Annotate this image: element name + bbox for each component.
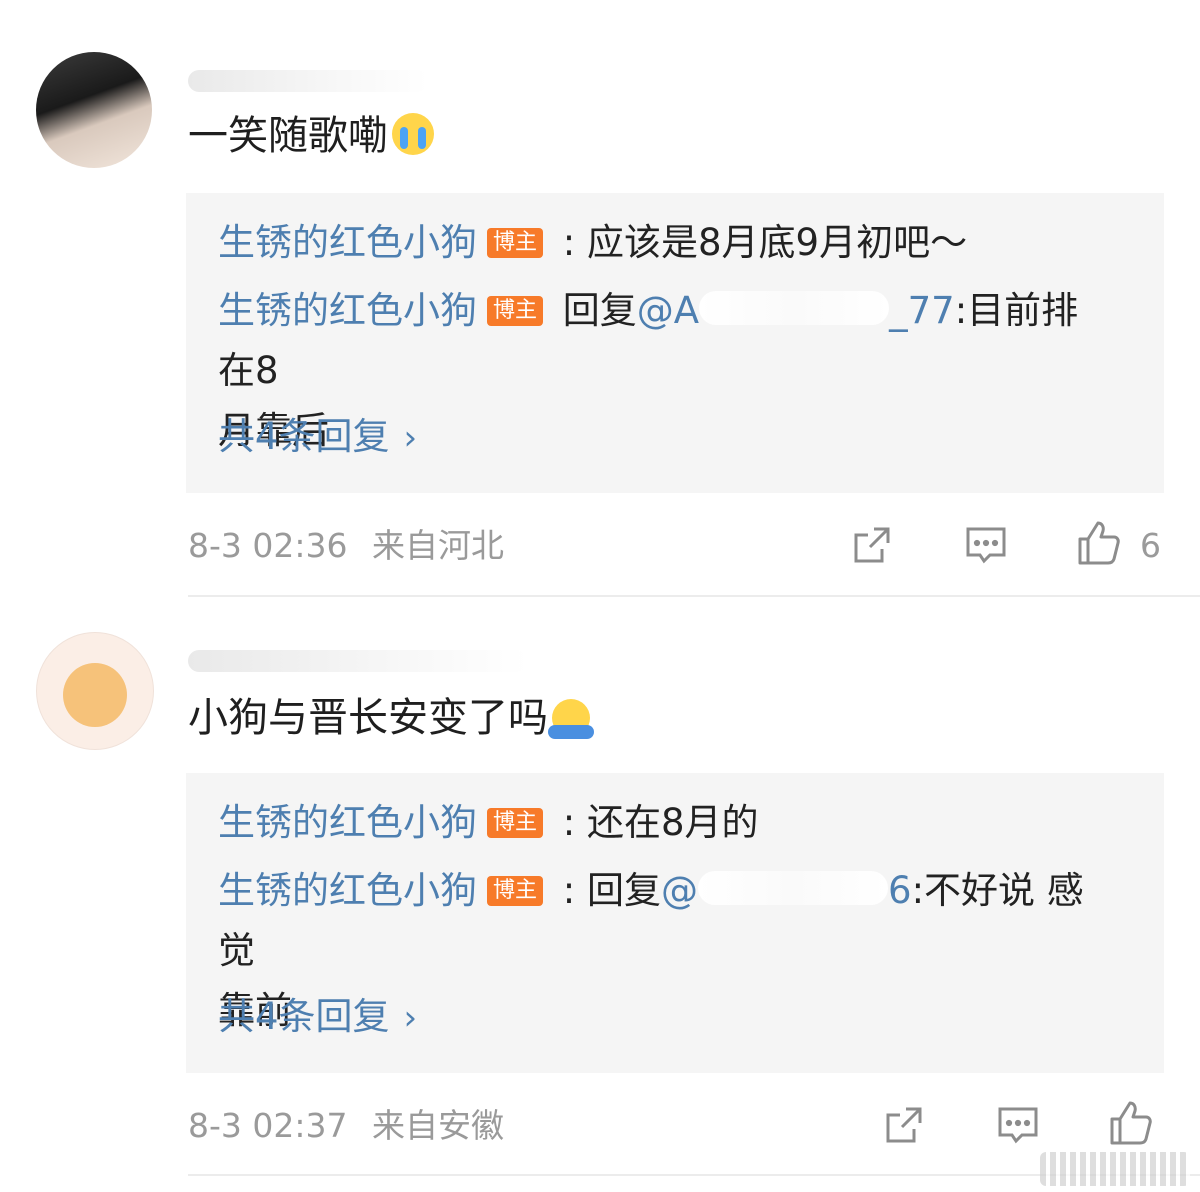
- avatar[interactable]: [36, 632, 154, 750]
- share-icon[interactable]: [880, 1101, 928, 1149]
- comment-meta: 8-3 02:36 来自河北: [188, 526, 504, 566]
- comment-icon[interactable]: [994, 1101, 1042, 1149]
- comment-text: 一笑随歌嘞: [188, 112, 434, 160]
- reply-prefix: : 回复: [551, 869, 662, 912]
- comment-icon[interactable]: [962, 521, 1010, 569]
- mention-tail[interactable]: 6: [888, 869, 912, 912]
- sun-icon: [63, 663, 127, 727]
- location: 来自安徽: [372, 1106, 504, 1145]
- chevron-right-icon: ›: [403, 418, 418, 458]
- reply-box[interactable]: 生锈的红色小狗 博主 : 应该是8月底9月初吧～ 生锈的红色小狗 博主 回复@A _7…: [186, 193, 1164, 493]
- username-redacted[interactable]: [188, 70, 428, 92]
- timestamp: 8-3 02:37: [188, 1106, 348, 1145]
- reply-username[interactable]: 生锈的红色小狗: [218, 801, 477, 844]
- more-replies-link[interactable]: 共4条回复 ›: [218, 993, 417, 1042]
- reply-text: 还在8月的: [587, 801, 759, 844]
- chevron-right-icon: ›: [403, 998, 418, 1038]
- reply-username[interactable]: 生锈的红色小狗: [218, 289, 477, 332]
- thumbs-up-icon[interactable]: [1106, 1099, 1154, 1147]
- share-icon[interactable]: [848, 521, 896, 569]
- mention-redacted: [699, 291, 890, 325]
- reply-box[interactable]: 生锈的红色小狗 博主 : 还在8月的 生锈的红色小狗 博主 : 回复@ 6:不好说 感…: [186, 773, 1164, 1073]
- reply-username[interactable]: 生锈的红色小狗: [218, 221, 477, 264]
- comment-text: 小狗与晋长安变了吗: [188, 694, 594, 742]
- blogger-badge: 博主: [487, 808, 544, 838]
- hug-face-icon: [548, 699, 594, 739]
- mention-link[interactable]: @: [661, 869, 698, 912]
- like-count: 6: [1140, 526, 1161, 565]
- reply-separator: :: [551, 221, 588, 264]
- mention-tail[interactable]: _77: [889, 289, 955, 332]
- username-redacted[interactable]: [188, 650, 528, 672]
- more-replies-label[interactable]: 共4条回复: [218, 995, 390, 1038]
- comment-text-body: 一笑随歌嘞: [188, 113, 388, 159]
- reply-text: 应该是8月底9月初吧～: [587, 221, 968, 264]
- timestamp: 8-3 02:36: [188, 526, 348, 565]
- crying-face-icon: [392, 113, 434, 155]
- blogger-badge: 博主: [487, 876, 544, 906]
- comment-text-body: 小狗与晋长安变了吗: [188, 695, 548, 741]
- watermark: [1040, 1152, 1190, 1186]
- reply-separator: :: [551, 801, 588, 844]
- avatar[interactable]: [36, 52, 152, 168]
- blogger-badge: 博主: [487, 228, 544, 258]
- reply-prefix: 回复: [551, 289, 637, 332]
- location: 来自河北: [372, 526, 504, 565]
- mention-link[interactable]: @A: [637, 289, 699, 332]
- reply-line[interactable]: 生锈的红色小狗 博主 : 应该是8月底9月初吧～: [218, 213, 1104, 273]
- more-replies-label[interactable]: 共4条回复: [218, 415, 390, 458]
- reply-username[interactable]: 生锈的红色小狗: [218, 869, 477, 912]
- more-replies-link[interactable]: 共4条回复 ›: [218, 413, 417, 462]
- blogger-badge: 博主: [487, 296, 544, 326]
- reply-line[interactable]: 生锈的红色小狗 博主 : 还在8月的: [218, 793, 1104, 853]
- thumbs-up-icon[interactable]: [1074, 519, 1122, 567]
- comment-meta: 8-3 02:37 来自安徽: [188, 1106, 504, 1146]
- divider: [188, 595, 1200, 597]
- mention-redacted: [698, 871, 889, 905]
